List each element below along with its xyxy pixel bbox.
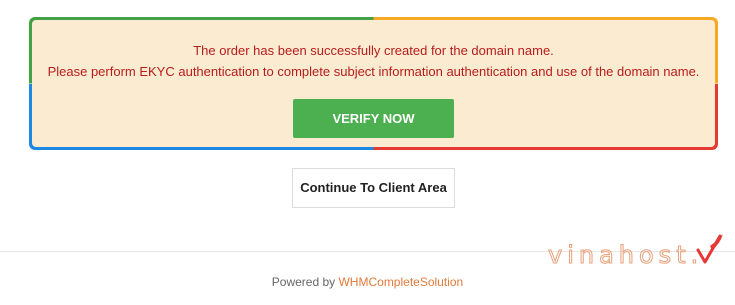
continue-to-client-area-button[interactable]: Continue To Client Area — [292, 168, 455, 208]
alert-message-line-1: The order has been successfully created … — [193, 43, 554, 58]
footer: Powered by WHMCompleteSolution — [0, 275, 735, 289]
vinahost-watermark: vinahost. — [548, 234, 723, 270]
ekyc-alert-frame: The order has been successfully created … — [29, 17, 718, 150]
powered-by-text: Powered by — [271, 275, 339, 289]
verify-now-button[interactable]: VERIFY NOW — [293, 99, 454, 138]
watermark-text: vinahost. — [548, 241, 703, 269]
ekyc-alert: The order has been successfully created … — [32, 20, 715, 147]
whmcs-link[interactable]: WHMCompleteSolution — [338, 275, 463, 289]
alert-message-line-2: Please perform EKYC authentication to co… — [47, 64, 700, 79]
order-complete-page: The order has been successfully created … — [0, 0, 735, 305]
